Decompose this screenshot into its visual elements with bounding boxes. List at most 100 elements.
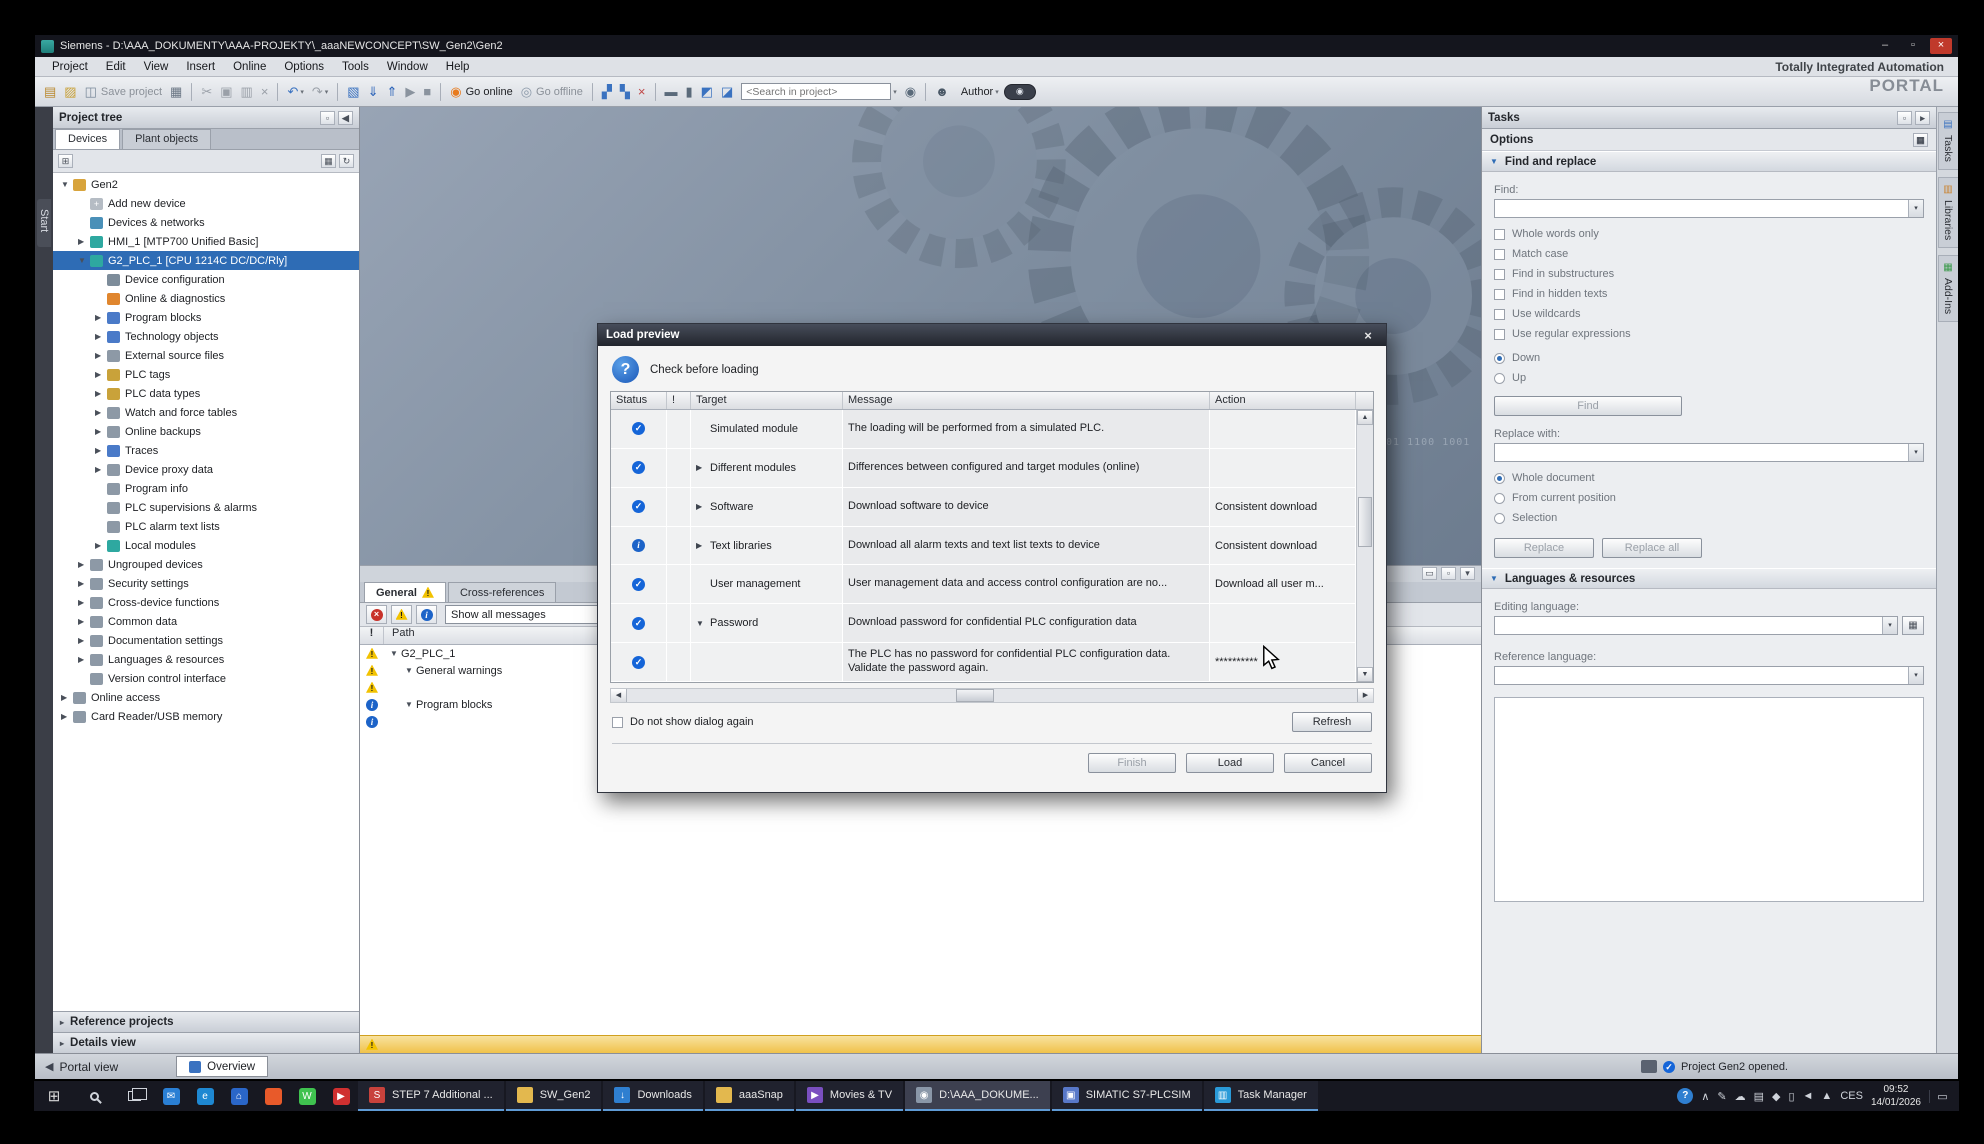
taskbar-app-step7[interactable]: S STEP 7 Additional ... bbox=[358, 1081, 504, 1111]
find-option-checkbox[interactable]: Whole words only bbox=[1494, 224, 1924, 244]
tree-item[interactable]: Device configuration bbox=[53, 270, 359, 289]
download-to-device-icon[interactable]: ⇓ bbox=[365, 80, 382, 104]
load-preview-row[interactable]: ▶Different modules Differences between c… bbox=[611, 449, 1356, 488]
footer-section-bar[interactable]: ▸ Details view bbox=[53, 1032, 359, 1053]
menu-item[interactable]: Edit bbox=[97, 61, 135, 73]
action-value[interactable]: Download all user m... bbox=[1210, 565, 1356, 603]
scope-radio[interactable]: Selection bbox=[1494, 508, 1924, 528]
notification-center-button[interactable]: ▭ bbox=[1929, 1090, 1955, 1103]
checkbox[interactable] bbox=[1494, 309, 1505, 320]
tree-item[interactable]: ▶ Security settings bbox=[53, 574, 359, 593]
replace-all-button[interactable]: Replace all bbox=[1602, 538, 1702, 558]
dropdown-caret-icon[interactable]: ▾ bbox=[325, 88, 329, 96]
go-online-button[interactable]: ◉ Go online bbox=[447, 80, 515, 104]
chevron-down-icon[interactable]: ▾ bbox=[1908, 667, 1923, 684]
tree-item[interactable]: + Add new device bbox=[53, 194, 359, 213]
taskbar-app-plcsim[interactable]: ▣ SIMATIC S7-PLCSIM bbox=[1052, 1081, 1202, 1111]
action-value[interactable] bbox=[1210, 449, 1356, 487]
redo-icon[interactable]: ↷ ▾ bbox=[309, 80, 331, 104]
stop-cpu-icon[interactable]: ■ bbox=[420, 80, 434, 104]
save-project-button[interactable]: ◫ Save project bbox=[82, 80, 165, 104]
inspector-tab[interactable]: General bbox=[364, 582, 446, 602]
overview-tab[interactable]: Overview bbox=[176, 1056, 268, 1077]
scroll-down-icon[interactable]: ▼ bbox=[1357, 667, 1373, 682]
help-icon[interactable]: ? bbox=[1677, 1088, 1693, 1104]
tree-item[interactable]: ▼ Gen2 bbox=[53, 175, 359, 194]
global-find-icon[interactable]: ◉ bbox=[902, 80, 919, 104]
tree-item[interactable]: Online & diagnostics bbox=[53, 289, 359, 308]
action-value[interactable]: Consistent download bbox=[1210, 488, 1356, 526]
load-preview-row[interactable]: ▶Text libraries Download all alarm texts… bbox=[611, 527, 1356, 566]
load-preview-row[interactable]: Simulated module The loading will be per… bbox=[611, 410, 1356, 449]
copy-icon[interactable]: ▣ bbox=[217, 80, 235, 104]
volume-icon[interactable]: ◄ bbox=[1803, 1090, 1814, 1102]
compile-icon[interactable]: ▧ bbox=[344, 80, 362, 104]
column-target[interactable]: Target bbox=[691, 392, 843, 409]
tree-item[interactable]: ▶ Watch and force tables bbox=[53, 403, 359, 422]
expander-icon[interactable]: ▶ bbox=[78, 598, 90, 607]
reference-language-select[interactable]: ▾ bbox=[1494, 666, 1924, 685]
expander-icon[interactable]: ▶ bbox=[61, 712, 73, 721]
column-path[interactable]: Path bbox=[384, 627, 415, 644]
expander-icon[interactable]: ▶ bbox=[95, 446, 107, 455]
collapse-panel-icon[interactable]: ◀ bbox=[338, 111, 353, 125]
scope-radio[interactable]: From current position bbox=[1494, 488, 1924, 508]
expander-icon[interactable]: ▼ bbox=[405, 700, 416, 709]
load-preview-row[interactable]: User management User management data and… bbox=[611, 565, 1356, 604]
accessible-devices-icon[interactable]: ▞ bbox=[599, 80, 615, 104]
taskbar-app-swgen2[interactable]: SW_Gen2 bbox=[506, 1081, 602, 1111]
options-settings-icon[interactable]: ▦ bbox=[1913, 133, 1928, 147]
start-side-tab[interactable]: Start bbox=[37, 199, 51, 247]
scope-radio[interactable]: Whole document bbox=[1494, 468, 1924, 488]
youtube-icon[interactable]: ▶ bbox=[324, 1081, 358, 1111]
errors-filter-button[interactable] bbox=[366, 605, 387, 624]
column-exclamation[interactable]: ! bbox=[667, 392, 691, 409]
load-button[interactable]: Load bbox=[1186, 753, 1274, 773]
expander-icon[interactable]: ▶ bbox=[95, 389, 107, 398]
tree-item[interactable]: ▶ Cross-device functions bbox=[53, 593, 359, 612]
chevron-down-icon[interactable]: ▾ bbox=[1908, 444, 1923, 461]
action-value[interactable]: Consistent download bbox=[1210, 527, 1356, 565]
tree-item[interactable]: ▶ Ungrouped devices bbox=[53, 555, 359, 574]
refresh-button[interactable]: Refresh bbox=[1292, 712, 1372, 732]
tree-item[interactable]: PLC alarm text lists bbox=[53, 517, 359, 536]
start-cpu-icon[interactable]: ▶ bbox=[402, 80, 418, 104]
radio-button[interactable] bbox=[1494, 473, 1505, 484]
tree-item[interactable]: ▶ Program blocks bbox=[53, 308, 359, 327]
expander-icon[interactable]: ▼ bbox=[78, 256, 90, 265]
expand-panel-icon[interactable]: ▸ bbox=[1915, 111, 1930, 125]
action-value[interactable] bbox=[1210, 410, 1356, 448]
expander-icon[interactable]: ▼ bbox=[405, 666, 416, 675]
reset-layout-icon[interactable]: ◪ bbox=[718, 80, 736, 104]
action-value[interactable]: ********** bbox=[1210, 643, 1356, 681]
column-view-icon[interactable]: ▦ bbox=[321, 154, 336, 168]
tree-item[interactable]: Program info bbox=[53, 479, 359, 498]
menu-item[interactable]: Project bbox=[43, 61, 97, 73]
whatsapp-icon[interactable]: W bbox=[290, 1081, 324, 1111]
expander-icon[interactable]: ▶ bbox=[78, 560, 90, 569]
load-preview-row[interactable]: The PLC has no password for confidential… bbox=[611, 643, 1356, 682]
tree-item[interactable]: Version control interface bbox=[53, 669, 359, 688]
column-message[interactable]: Message bbox=[843, 392, 1210, 409]
taskbar-app-aaasnap[interactable]: aaaSnap bbox=[705, 1081, 794, 1111]
upload-from-device-icon[interactable]: ⇑ bbox=[383, 80, 400, 104]
column-action[interactable]: Action bbox=[1210, 392, 1356, 409]
tree-item[interactable]: PLC supervisions & alarms bbox=[53, 498, 359, 517]
messages-filter-button[interactable] bbox=[416, 605, 437, 624]
checkbox[interactable] bbox=[1494, 329, 1505, 340]
assistant-icon[interactable]: ◉ bbox=[1004, 84, 1036, 100]
go-offline-button[interactable]: ◎ Go offline bbox=[518, 80, 586, 104]
direction-radio[interactable]: Down bbox=[1494, 348, 1924, 368]
menu-item[interactable]: Online bbox=[224, 61, 275, 73]
start-button[interactable]: ⊞ bbox=[34, 1081, 74, 1111]
device-view-icon[interactable]: ⊞ bbox=[58, 154, 73, 168]
dropdown-caret-icon[interactable]: ▾ bbox=[300, 88, 304, 96]
taskbar-app-tia[interactable]: ◉ D:\AAA_DOKUME... bbox=[905, 1081, 1050, 1111]
search-input[interactable]: ▾ bbox=[738, 80, 900, 104]
find-option-checkbox[interactable]: Find in substructures bbox=[1494, 264, 1924, 284]
column-status[interactable]: Status bbox=[611, 392, 667, 409]
paste-icon[interactable]: ▥ bbox=[238, 80, 256, 104]
expander-icon[interactable]: ▶ bbox=[78, 655, 90, 664]
pin-panel-icon[interactable]: ▫ bbox=[1897, 111, 1912, 125]
expander-icon[interactable]: ▶ bbox=[95, 465, 107, 474]
